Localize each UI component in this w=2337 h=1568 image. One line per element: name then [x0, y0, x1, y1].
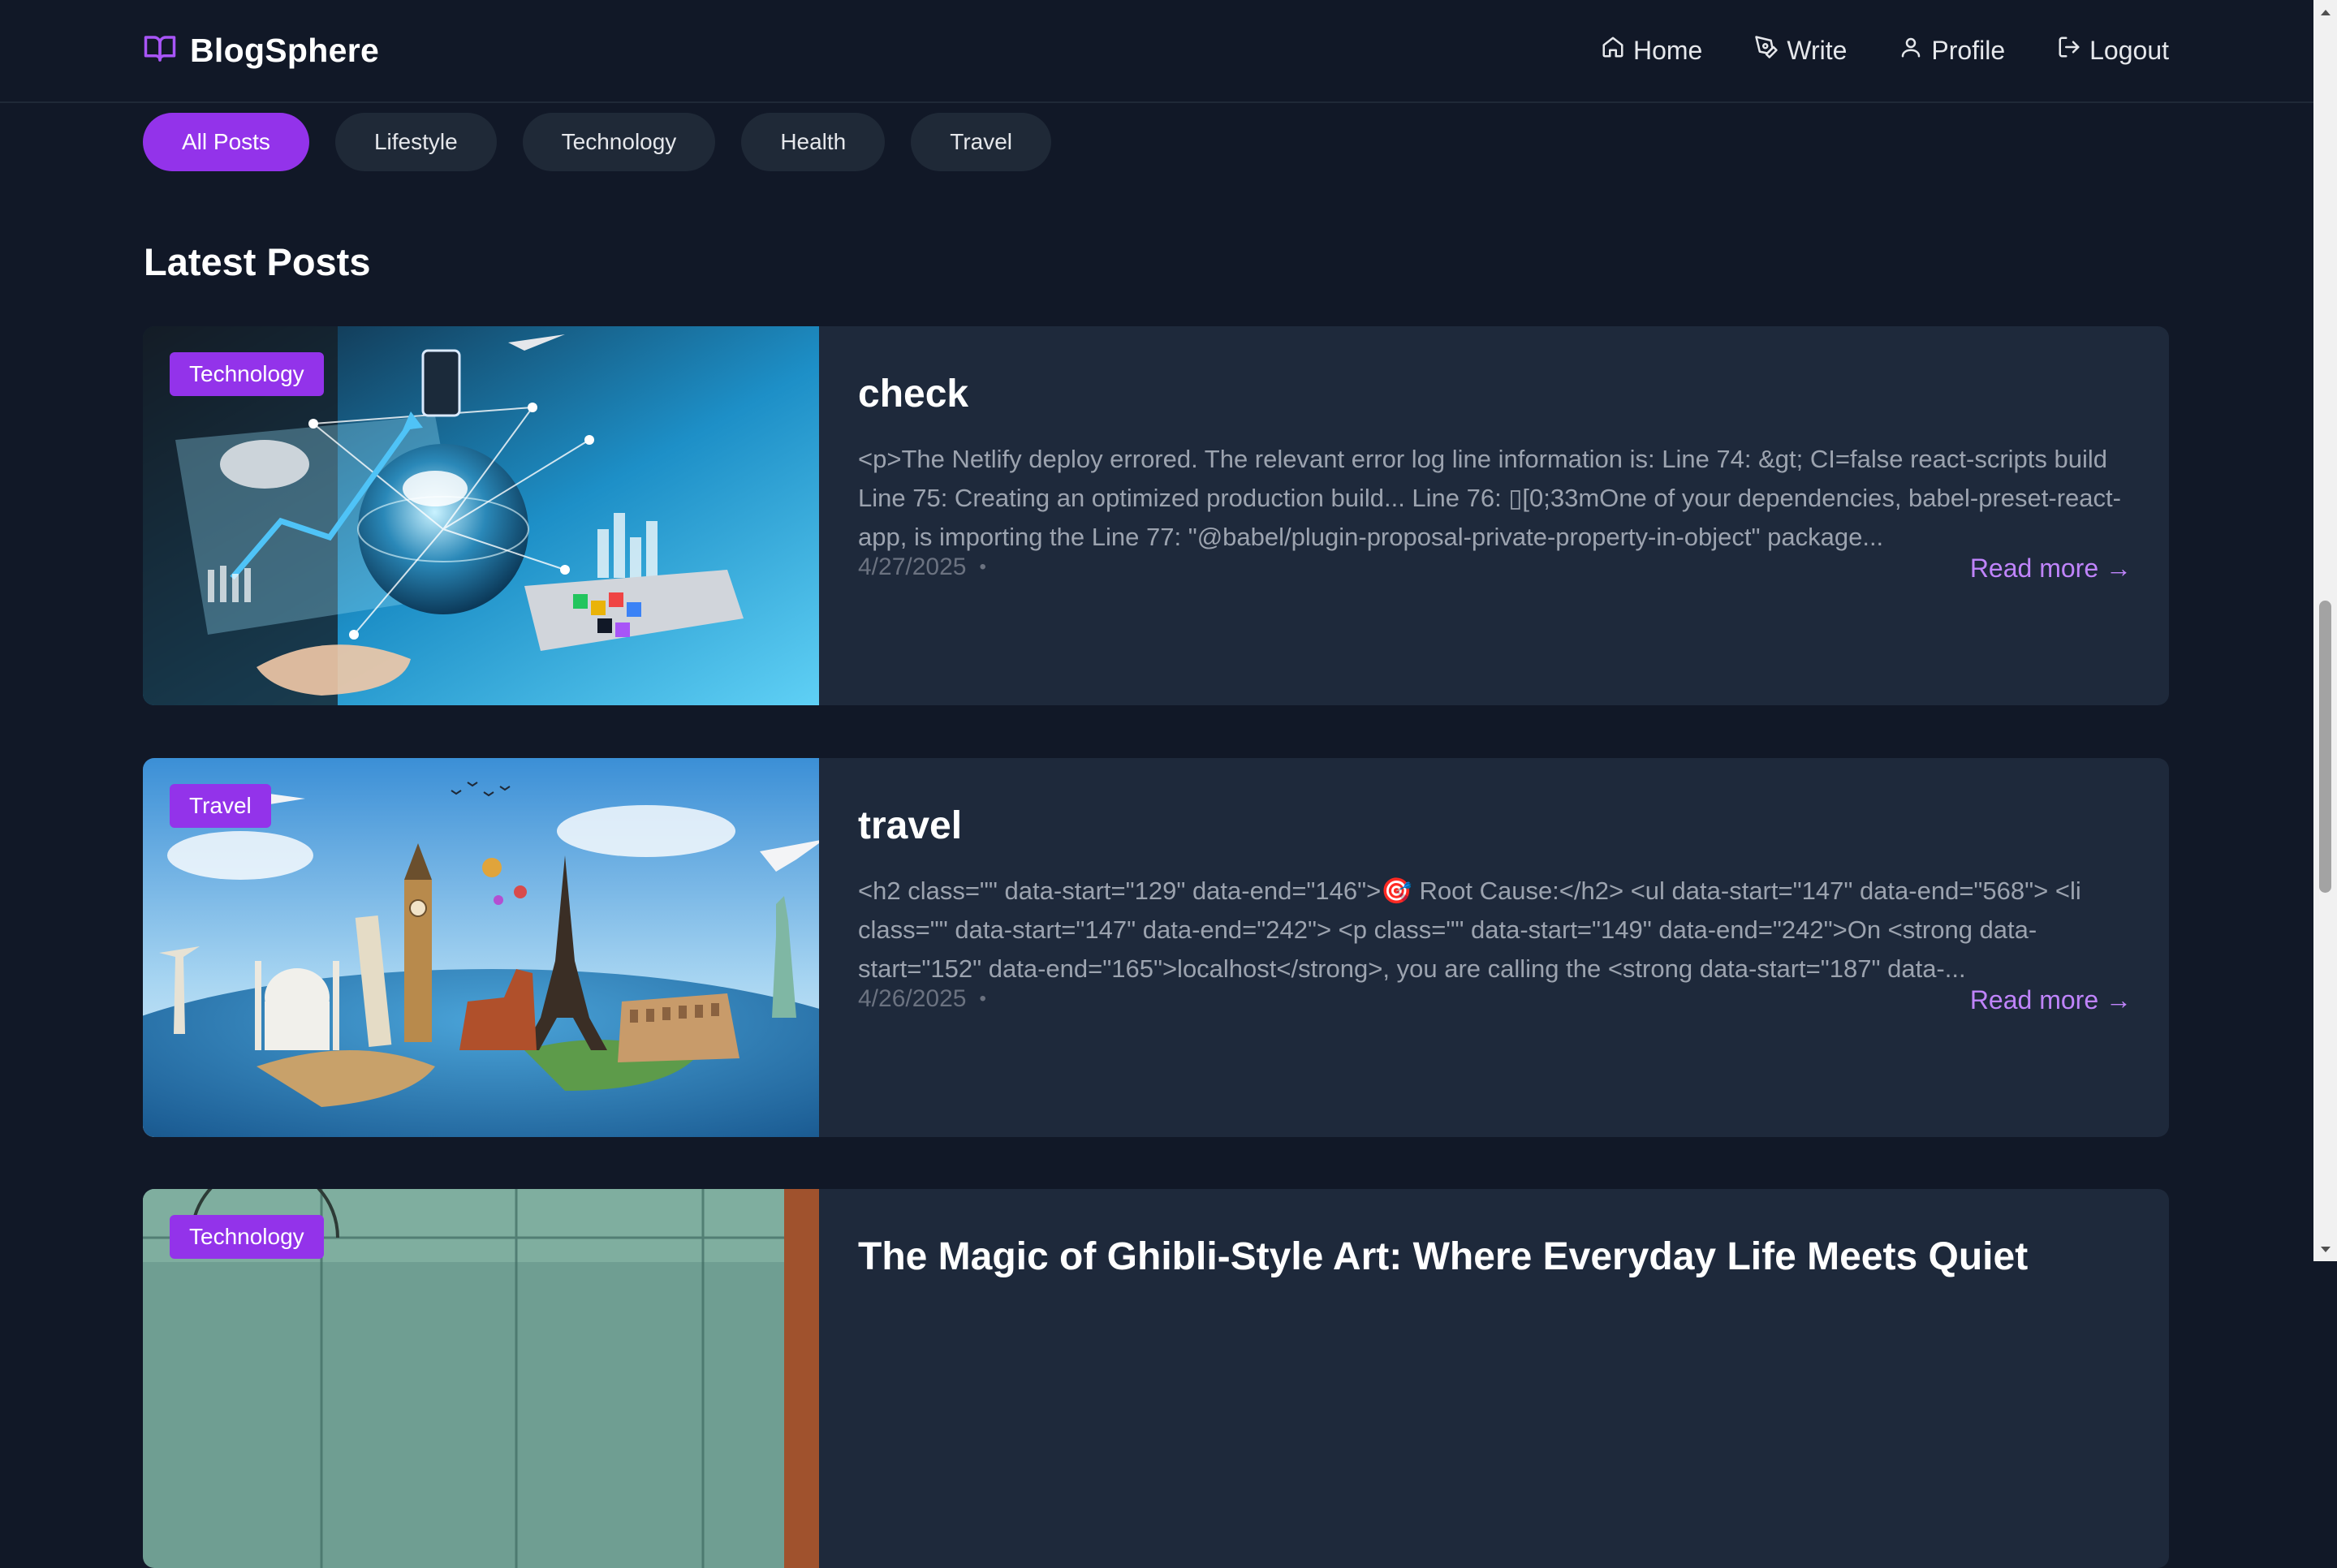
post-title[interactable]: The Magic of Ghibli-Style Art: Where Eve…: [858, 1234, 2028, 1279]
brand-name: BlogSphere: [190, 31, 380, 69]
nav-home-link[interactable]: Home: [1601, 29, 1702, 71]
read-more-link[interactable]: Read more →: [1970, 554, 2132, 584]
filter-health[interactable]: Health: [741, 113, 886, 171]
logout-icon: [2057, 35, 2089, 66]
scroll-down-arrow-icon[interactable]: [2313, 1238, 2337, 1261]
post-date: 4/27/2025: [858, 554, 967, 580]
meta-separator: •: [979, 556, 986, 578]
main-nav: Home Write Profile Logout: [1549, 29, 2169, 71]
filter-technology[interactable]: Technology: [522, 113, 716, 171]
post-excerpt: <h2 class="" data-start="129" data-end="…: [858, 877, 2081, 983]
user-icon: [1899, 35, 1931, 66]
nav-home-label: Home: [1632, 35, 1703, 65]
home-icon: [1601, 35, 1633, 66]
category-tag: Technology: [170, 352, 324, 396]
nav-profile-label: Profile: [1931, 35, 2006, 65]
brand-logo[interactable]: BlogSphere: [143, 29, 379, 71]
nav-write-link[interactable]: Write: [1754, 29, 1847, 71]
nav-logout-label: Logout: [2089, 35, 2169, 65]
scrollbar-thumb[interactable]: [2319, 601, 2331, 893]
section-title: Latest Posts: [144, 240, 371, 283]
pen-icon: [1754, 35, 1787, 66]
read-more-link[interactable]: Read more →: [1970, 985, 2132, 1015]
post-excerpt: <p>The Netlify deploy errored. The relev…: [858, 445, 2121, 551]
post-card[interactable]: Technology The Magic of Ghibli-Style Art…: [143, 1189, 2169, 1568]
post-card[interactable]: Travel travel <h2 class="" data-start="1…: [143, 758, 2169, 1137]
post-date: 4/26/2025: [858, 985, 967, 1012]
post-image-ghibli[interactable]: Technology: [143, 1189, 819, 1568]
page-scrollbar[interactable]: [2313, 0, 2337, 1261]
category-filters: All Posts Lifestyle Technology Health Tr…: [143, 113, 1077, 171]
meta-separator: •: [979, 988, 986, 1010]
post-title[interactable]: travel: [858, 803, 962, 848]
filter-all-posts[interactable]: All Posts: [143, 113, 309, 171]
nav-profile-link[interactable]: Profile: [1899, 29, 2005, 71]
post-meta: 4/27/2025 •: [858, 554, 986, 581]
post-title[interactable]: check: [858, 372, 968, 416]
filter-travel[interactable]: Travel: [911, 113, 1052, 171]
post-image-travel[interactable]: Travel: [143, 758, 819, 1137]
post-image-technology[interactable]: Technology: [143, 326, 819, 705]
nav-write-label: Write: [1787, 35, 1848, 65]
post-meta: 4/26/2025 •: [858, 985, 986, 1013]
post-card[interactable]: Technology check <p>The Netlify deploy e…: [143, 326, 2169, 705]
filter-lifestyle[interactable]: Lifestyle: [334, 113, 497, 171]
category-tag: Technology: [170, 1215, 324, 1259]
scroll-up-arrow-icon[interactable]: [2313, 0, 2337, 24]
nav-logout-link[interactable]: Logout: [2057, 29, 2169, 71]
category-tag: Travel: [170, 784, 271, 828]
top-navbar: BlogSphere Home Write Profile Logout: [0, 0, 2313, 103]
book-open-icon: [143, 32, 177, 70]
